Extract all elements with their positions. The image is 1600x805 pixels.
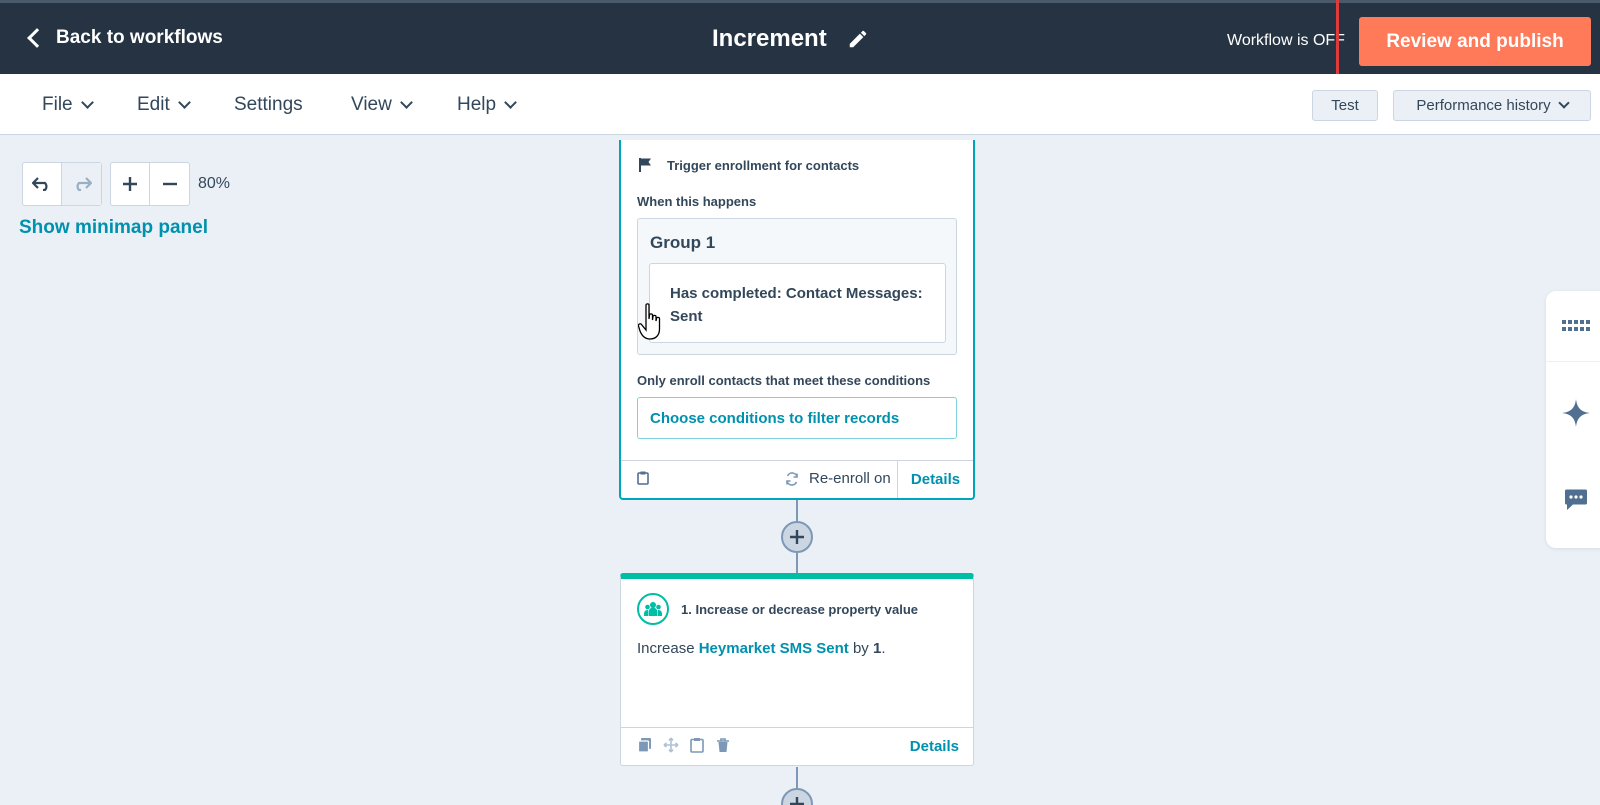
back-to-workflows-link[interactable]: Back to workflows xyxy=(24,27,223,49)
zoom-in-button[interactable] xyxy=(111,163,150,205)
minus-icon xyxy=(162,182,177,186)
action-heading: 1. Increase or decrease property value xyxy=(637,593,918,625)
chevron-down-icon xyxy=(1557,97,1570,109)
filter-condition[interactable]: Has completed: Contact Messages: Sent xyxy=(649,263,946,343)
zoom-out-button[interactable] xyxy=(150,163,189,205)
action-property-link[interactable]: Heymarket SMS Sent xyxy=(699,640,849,657)
workflow-title: Increment xyxy=(712,25,869,53)
ai-assistant-button[interactable] xyxy=(1546,378,1600,448)
chevron-down-icon xyxy=(80,96,94,109)
menu-file-label: File xyxy=(42,94,73,115)
action-card[interactable]: 1. Increase or decrease property value I… xyxy=(620,573,974,766)
test-label: Test xyxy=(1331,97,1359,114)
action-by: by xyxy=(852,640,869,657)
back-label: Back to workflows xyxy=(56,27,223,48)
clipboard-icon[interactable] xyxy=(689,737,705,753)
divider xyxy=(1546,361,1600,362)
chevron-down-icon xyxy=(399,96,413,109)
action-tools xyxy=(637,737,731,753)
undo-redo-group xyxy=(22,162,102,206)
menu-help[interactable]: Help xyxy=(457,94,517,116)
plus-icon xyxy=(123,177,137,191)
workflow-name: Increment xyxy=(712,25,827,52)
undo-icon xyxy=(32,177,48,191)
show-minimap-link[interactable]: Show minimap panel xyxy=(19,217,208,239)
add-action-button[interactable] xyxy=(781,788,813,805)
performance-history-button[interactable]: Performance history xyxy=(1393,90,1591,121)
performance-history-label: Performance history xyxy=(1416,97,1551,114)
copy-icon[interactable] xyxy=(637,737,653,753)
zoom-level: 80% xyxy=(198,175,231,192)
menu-edit-label: Edit xyxy=(137,94,170,115)
filter-text: Has completed: Contact Messages: Sent xyxy=(670,285,923,325)
test-button[interactable]: Test xyxy=(1312,90,1378,121)
side-toolbar xyxy=(1546,291,1600,548)
action-heading-text: 1. Increase or decrease property value xyxy=(681,601,919,617)
action-details-button[interactable]: Details xyxy=(910,738,959,755)
zoom-group xyxy=(110,162,190,206)
filter-group: Group 1 Has completed: Contact Messages:… xyxy=(637,218,957,355)
trigger-card[interactable]: Trigger enrollment for contacts When thi… xyxy=(619,140,975,500)
menu-view[interactable]: View xyxy=(351,94,413,116)
reenroll-status[interactable]: Re-enroll on xyxy=(785,470,891,487)
menu-settings-label: Settings xyxy=(234,94,303,115)
grid-icon xyxy=(1562,320,1590,331)
choose-conditions-button[interactable]: Choose conditions to filter records xyxy=(637,397,957,439)
chevron-down-icon xyxy=(504,96,517,109)
when-this-happens-label: When this happens xyxy=(637,194,757,209)
review-and-publish-button[interactable]: Review and publish xyxy=(1359,17,1591,66)
redo-button[interactable] xyxy=(62,163,101,205)
clipboard-icon[interactable] xyxy=(637,471,649,485)
apps-button[interactable] xyxy=(1546,291,1600,361)
trash-icon[interactable] xyxy=(715,737,731,753)
connector-line xyxy=(796,553,798,573)
chevron-left-icon xyxy=(27,28,47,48)
workflow-status: Workflow is OFF xyxy=(1227,32,1345,49)
action-verb: Increase xyxy=(637,640,695,657)
group-title: Group 1 xyxy=(650,233,716,252)
reenroll-label: Re-enroll on xyxy=(809,470,891,487)
chat-button[interactable] xyxy=(1546,465,1600,535)
trigger-details-label: Details xyxy=(910,471,961,488)
menu-help-label: Help xyxy=(457,94,497,115)
trigger-heading: Trigger enrollment for contacts xyxy=(639,157,859,173)
plus-icon xyxy=(790,797,804,805)
only-enroll-label: Only enroll contacts that meet these con… xyxy=(637,373,931,388)
menu-edit[interactable]: Edit xyxy=(137,94,191,116)
trigger-footer: Re-enroll on Details xyxy=(621,460,973,498)
plus-icon xyxy=(790,530,804,544)
menu-settings[interactable]: Settings xyxy=(234,94,303,116)
action-footer: Details xyxy=(621,727,973,765)
add-action-button[interactable] xyxy=(781,521,813,553)
trigger-details-button[interactable]: Details xyxy=(897,461,973,498)
undo-button[interactable] xyxy=(23,163,62,205)
chevron-down-icon xyxy=(177,96,191,109)
menu-view-label: View xyxy=(351,94,392,115)
menu-file[interactable]: File xyxy=(42,94,94,116)
action-period: . xyxy=(881,640,886,657)
contacts-icon xyxy=(637,593,669,625)
menu-bar: File Edit Settings View Help Test Perfor… xyxy=(0,74,1600,135)
action-description: Increase Heymarket SMS Sent by 1. xyxy=(637,640,885,657)
choose-conditions-text: Choose conditions to filter records xyxy=(650,410,900,427)
chat-icon xyxy=(1565,489,1587,510)
hand-cursor-icon xyxy=(638,303,661,340)
move-icon[interactable] xyxy=(663,737,679,753)
refresh-icon xyxy=(786,471,798,486)
flag-icon xyxy=(639,158,651,172)
trigger-heading-text: Trigger enrollment for contacts xyxy=(667,157,860,173)
top-bar: Back to workflows Increment Workflow is … xyxy=(0,0,1600,74)
pencil-icon[interactable] xyxy=(847,28,869,50)
sparkle-icon xyxy=(1562,399,1590,427)
redo-icon xyxy=(76,177,92,191)
